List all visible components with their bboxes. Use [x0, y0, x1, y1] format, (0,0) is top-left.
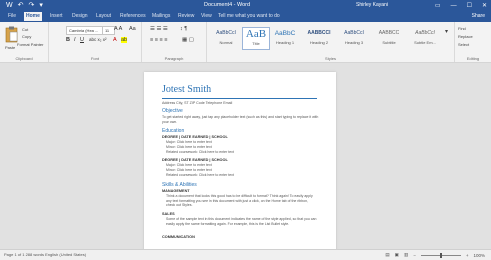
zoom-thumb[interactable]: [439, 252, 442, 258]
ribbon-display-icon[interactable]: ▭: [435, 2, 441, 9]
degree-1[interactable]: DEGREE | DATE EARNED | SCHOOL: [162, 135, 228, 139]
style-title[interactable]: AaB Title: [242, 27, 270, 50]
minimize-button[interactable]: —: [451, 3, 457, 9]
document-title: Document4 - Word: [204, 2, 251, 8]
degree-2-line[interactable]: Related coursework: Click here to enter …: [166, 173, 324, 178]
contact-line[interactable]: Address City, ST ZIP Code Telephone Emai…: [162, 101, 232, 105]
format-painter-button[interactable]: Format Painter: [17, 42, 43, 47]
degree-1-line[interactable]: Related coursework: Click here to enter …: [166, 150, 324, 155]
tab-design[interactable]: Design: [70, 12, 90, 21]
highlight-icon[interactable]: ab: [121, 37, 128, 43]
print-layout-icon[interactable]: ▣: [395, 252, 399, 258]
style-subtitle[interactable]: AABBCC Subtitle: [372, 27, 406, 48]
tab-insert[interactable]: Insert: [48, 12, 65, 21]
title-bar: W ↶ ↷ ▾ Document4 - Word Shirley Kayani …: [0, 0, 491, 11]
style-subtle-emphasis[interactable]: AaBbCcI Subtle Em...: [408, 27, 442, 48]
degree-2-line[interactable]: Major: Click here to enter text: [166, 163, 324, 168]
tab-view[interactable]: View: [199, 12, 214, 21]
close-button[interactable]: ✕: [482, 2, 487, 9]
objective-text[interactable]: To get started right away, just tap any …: [162, 115, 320, 124]
status-info[interactable]: Page 1 of 1 288 words English (United St…: [4, 251, 86, 259]
education-heading[interactable]: Education: [162, 128, 184, 134]
ribbon-home: Paste Cut Copy Format Painter Clipboard …: [0, 22, 491, 63]
paste-button[interactable]: Paste: [5, 45, 15, 50]
word-logo-icon: W: [6, 2, 13, 9]
font-group-label: Font: [90, 56, 99, 61]
read-mode-icon[interactable]: ▤: [385, 252, 389, 258]
styles-group-label: Styles: [325, 56, 336, 61]
paste-icon[interactable]: [5, 26, 18, 43]
tab-file[interactable]: File: [6, 12, 18, 21]
zoom-out-icon[interactable]: −: [413, 253, 416, 258]
clipboard-group: Paste Cut Copy Format Painter Clipboard: [0, 22, 49, 62]
degree-1-line[interactable]: Minor: Click here to enter text: [166, 145, 324, 150]
degree-1-line[interactable]: Major: Click here to enter text: [166, 140, 324, 145]
tab-mailings[interactable]: Mailings: [150, 12, 172, 21]
bold-icon[interactable]: B: [66, 37, 70, 43]
share-button[interactable]: Share: [472, 12, 485, 21]
shading-icon[interactable]: ▦ ▢: [182, 37, 194, 43]
copy-button[interactable]: Copy: [22, 34, 31, 39]
degree-2-line[interactable]: Minor: Click here to enter text: [166, 168, 324, 173]
cut-button[interactable]: Cut: [22, 27, 28, 32]
status-bar: Page 1 of 1 288 words English (United St…: [0, 249, 491, 260]
tab-home[interactable]: Home: [24, 12, 42, 21]
sales-heading[interactable]: SALES: [162, 212, 175, 216]
clipboard-group-label: Clipboard: [15, 56, 33, 61]
italic-icon[interactable]: I: [74, 37, 76, 43]
web-layout-icon[interactable]: ▥: [404, 252, 408, 258]
zoom-slider[interactable]: [420, 252, 461, 258]
style-heading-2[interactable]: AABBCCI Heading 2: [302, 27, 336, 48]
communication-heading[interactable]: COMMUNICATION: [162, 235, 195, 239]
document-page[interactable]: Jotest Smith Address City, ST ZIP Code T…: [144, 72, 336, 249]
change-case-icon[interactable]: Aa: [129, 26, 136, 32]
paragraph-group: ☰ ☰ ☰ ↕ ¶ ≡ ≡ ≡ ≡ ▦ ▢ Paragraph: [142, 22, 207, 62]
maximize-button[interactable]: ☐: [467, 2, 472, 9]
find-button[interactable]: Find: [458, 26, 466, 31]
strikethrough-icon[interactable]: abc x₂ x²: [89, 37, 107, 42]
replace-button[interactable]: Replace: [458, 34, 473, 39]
management-heading[interactable]: MANAGEMENT: [162, 189, 190, 193]
ribbon-tabs: File Home Insert Design Layout Reference…: [0, 11, 491, 22]
font-group: Cambria (Hea ... 11 A A Aa B I U abc x₂ …: [49, 22, 142, 62]
tab-review[interactable]: Review: [176, 12, 196, 21]
style-heading-1[interactable]: AaBbC Heading 1: [270, 27, 300, 48]
skills-heading[interactable]: Skills & Abilities: [162, 182, 197, 188]
grow-shrink-font-icon[interactable]: A A: [114, 26, 122, 32]
zoom-level[interactable]: 100%: [473, 253, 485, 258]
paragraph-group-label: Paragraph: [164, 56, 184, 61]
undo-button[interactable]: ↶: [18, 1, 24, 10]
tab-layout[interactable]: Layout: [94, 12, 113, 21]
styles-more-icon[interactable]: ▾: [445, 28, 448, 35]
align-icons[interactable]: ≡ ≡ ≡ ≡: [150, 37, 167, 43]
editing-group-label: Editing: [466, 56, 480, 61]
customize-qat-button[interactable]: ▾: [39, 1, 43, 10]
style-heading-3[interactable]: AaBbCcI Heading 3: [338, 27, 370, 48]
resume-name[interactable]: Jotest Smith: [162, 84, 211, 95]
user-name[interactable]: Shirley Kayani: [356, 1, 388, 10]
sales-text[interactable]: Some of the sample text in this document…: [166, 217, 318, 226]
document-area[interactable]: Jotest Smith Address City, ST ZIP Code T…: [0, 63, 491, 249]
bullets-icon[interactable]: ☰ ☰ ☰: [150, 26, 168, 32]
degree-2[interactable]: DEGREE | DATE EARNED | SCHOOL: [162, 158, 228, 162]
sort-icon[interactable]: ↕ ¶: [180, 26, 187, 32]
redo-button[interactable]: ↷: [28, 1, 34, 10]
management-text[interactable]: Think a document that looks this good ha…: [166, 194, 318, 208]
font-color-icon[interactable]: A: [113, 37, 117, 43]
title-rule: [162, 98, 317, 99]
font-name-combo[interactable]: Cambria (Hea ...: [66, 26, 103, 35]
select-button[interactable]: Select: [458, 42, 469, 47]
tab-references[interactable]: References: [118, 12, 148, 21]
tell-me-search[interactable]: Tell me what you want to do: [216, 12, 282, 21]
objective-heading[interactable]: Objective: [162, 108, 183, 114]
underline-icon[interactable]: U: [80, 37, 84, 43]
styles-group: AaBbCcI Normal AaB Title AaBbC Heading 1…: [207, 22, 455, 62]
quick-access-toolbar: W ↶ ↷ ▾: [6, 1, 43, 10]
editing-group: Find Replace Select Editing: [455, 22, 491, 62]
status-right: ▤ ▣ ▥ − + 100%: [385, 251, 485, 259]
style-normal[interactable]: AaBbCcI Normal: [211, 27, 241, 48]
zoom-in-icon[interactable]: +: [466, 253, 469, 258]
window-controls: ▭ — ☐ ✕: [435, 0, 487, 11]
